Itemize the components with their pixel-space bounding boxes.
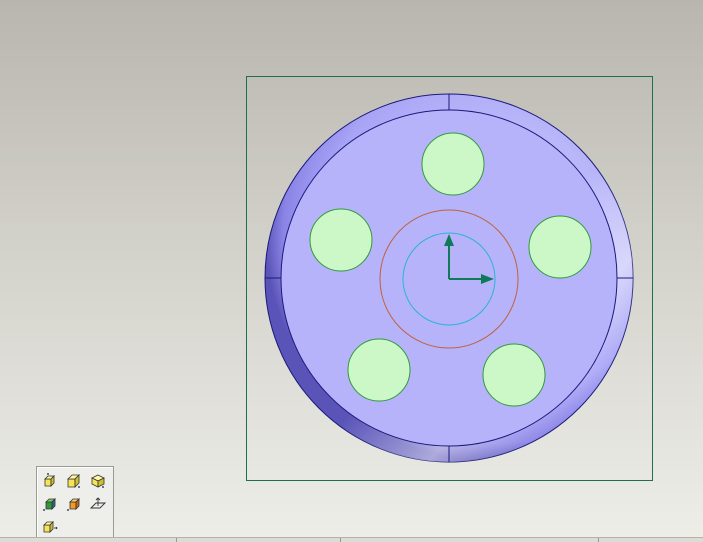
hole-bottom-left[interactable]	[347, 338, 411, 402]
cube-iso-icon	[91, 474, 105, 488]
iso-view-button[interactable]	[87, 470, 109, 492]
model-canvas[interactable]	[0, 0, 703, 537]
cube-shaded-icon	[43, 498, 56, 511]
cube-front-icon	[44, 473, 55, 487]
perspective-view-button[interactable]	[63, 493, 85, 515]
status-separator	[340, 538, 341, 542]
cube-orange-icon	[67, 498, 80, 511]
cube-normal-icon	[43, 521, 58, 533]
status-separator	[598, 538, 599, 542]
status-separator	[176, 538, 177, 542]
plane-icon	[90, 497, 106, 509]
hole-bottom-right[interactable]	[482, 343, 546, 407]
status-bar	[0, 537, 703, 542]
plane-view-button[interactable]	[87, 493, 109, 515]
hole-left[interactable]	[309, 208, 373, 272]
view-orientation-toolbar	[36, 466, 114, 541]
shaded-view-button[interactable]	[39, 493, 61, 515]
top-view-button[interactable]	[63, 470, 85, 492]
hole-top[interactable]	[421, 132, 485, 196]
hole-right[interactable]	[528, 215, 592, 279]
cube-top-icon	[67, 474, 80, 488]
front-view-button[interactable]	[39, 470, 61, 492]
graphics-viewport[interactable]	[0, 0, 703, 542]
normal-to-view-button[interactable]	[39, 516, 61, 538]
